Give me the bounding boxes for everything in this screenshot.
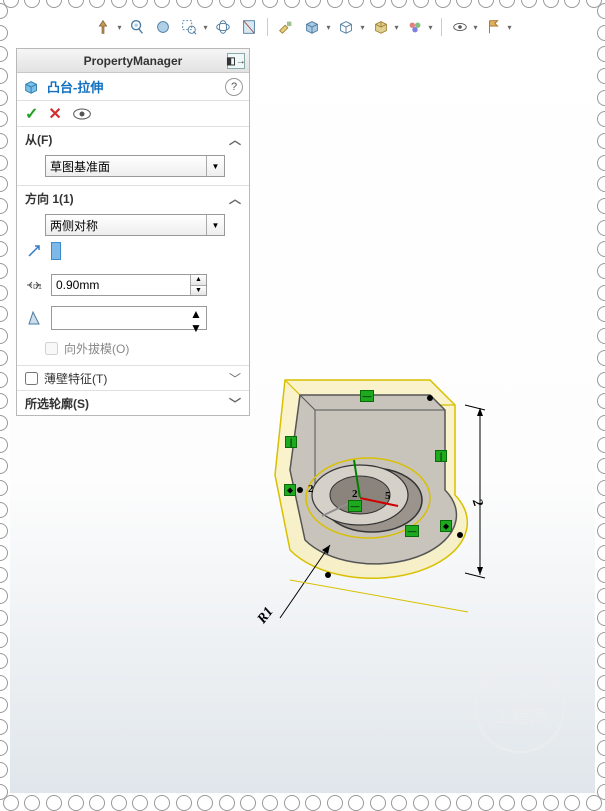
dropdown-arrow-icon[interactable]: ▾: [395, 23, 399, 32]
pin-icon[interactable]: ◧→: [227, 53, 245, 69]
zoom-balloon-icon[interactable]: [127, 17, 147, 37]
section-label: 薄壁特征(T): [44, 370, 107, 387]
dropdown-arrow-icon[interactable]: ▾: [117, 23, 121, 32]
relation-icon[interactable]: —: [348, 500, 362, 512]
spin-up[interactable]: ▲: [190, 275, 206, 286]
reverse-dir-icon[interactable]: [23, 243, 45, 259]
color-icon[interactable]: [405, 17, 425, 37]
rotate-icon[interactable]: [213, 17, 233, 37]
dropdown-arrow-icon[interactable]: ▾: [203, 23, 207, 32]
zoom-area-icon[interactable]: [179, 17, 199, 37]
from-condition-combo[interactable]: 草图基准面 ▼: [45, 155, 225, 177]
dim-2c[interactable]: 2: [352, 488, 358, 500]
scene-icon[interactable]: [371, 17, 391, 37]
section-dir1-header[interactable]: 方向 1(1) ︿: [17, 186, 249, 210]
cancel-button[interactable]: ✕: [48, 104, 61, 124]
flag-icon[interactable]: [484, 17, 504, 37]
dim-5[interactable]: 5: [385, 490, 391, 502]
dropdown-arrow-icon[interactable]: ▾: [360, 23, 364, 32]
relation-icon[interactable]: —: [405, 525, 419, 537]
pm-header: PropertyManager ◧→: [17, 49, 249, 73]
model-viewport[interactable]: 2 R1 2 5 2 | — | ⬥ ⬥ — —: [230, 350, 510, 650]
draft-icon[interactable]: [23, 309, 45, 327]
dropdown-arrow-icon: ▼: [206, 215, 224, 235]
feature-title-row: 凸台-拉伸 ?: [17, 73, 249, 101]
dropdown-arrow-icon[interactable]: ▾: [326, 23, 330, 32]
dropdown-arrow-icon[interactable]: ▾: [508, 23, 512, 32]
section-thin: 薄壁特征(T) ﹀: [17, 366, 249, 391]
section-thin-header[interactable]: 薄壁特征(T) ﹀: [17, 366, 249, 390]
view-toolbar: ▾ ▾ ▾ ▾ ▾ ▾ ▾ ▾: [10, 14, 595, 40]
spin-down[interactable]: ▼: [190, 321, 206, 335]
chevron-up-icon: ︿: [229, 131, 241, 148]
relation-icon[interactable]: —: [360, 390, 374, 402]
section-from-header[interactable]: 从(F) ︿: [17, 127, 249, 151]
combo-value: 草图基准面: [50, 158, 110, 175]
orient-up-icon[interactable]: [93, 17, 113, 37]
thin-feature-checkbox[interactable]: [25, 372, 38, 385]
dim-2a[interactable]: 2: [308, 483, 314, 495]
dropdown-arrow-icon[interactable]: ▾: [429, 23, 433, 32]
relation-icon[interactable]: ⬥: [440, 520, 452, 532]
ok-button[interactable]: ✓: [25, 104, 38, 124]
zoom-fit-icon[interactable]: [153, 17, 173, 37]
spin-down[interactable]: ▼: [190, 286, 206, 296]
section-label: 方向 1(1): [25, 190, 74, 207]
svg-text:D1: D1: [33, 284, 42, 291]
preview-icon[interactable]: [72, 107, 92, 121]
combo-value: 两侧对称: [50, 217, 98, 234]
draft-outward-label: 向外拔模(O): [64, 340, 129, 357]
draft-outward-checkbox: [45, 342, 58, 355]
watermark-small: 小 國: [509, 688, 532, 703]
property-manager-panel: PropertyManager ◧→ 凸台-拉伸 ? ✓ ✕ 从(F) ︿ 草图…: [16, 48, 250, 416]
extrude-boss-icon: [23, 78, 41, 96]
pm-title: PropertyManager: [84, 54, 183, 68]
relation-icon[interactable]: |: [435, 450, 447, 462]
dropdown-arrow-icon: ▼: [206, 156, 224, 176]
depth-input[interactable]: 0.90mm ▲▼: [51, 274, 207, 296]
feature-name: 凸台-拉伸: [47, 77, 219, 96]
section-label: 从(F): [25, 131, 52, 148]
relation-icon[interactable]: |: [285, 436, 297, 448]
display-wire-icon[interactable]: [336, 17, 356, 37]
watermark: 小 國 工程师: [475, 663, 565, 753]
section-contours-header[interactable]: 所选轮廓(S) ﹀: [17, 391, 249, 415]
spin-up[interactable]: ▲: [190, 307, 206, 321]
section-from: 从(F) ︿ 草图基准面 ▼: [17, 127, 249, 186]
display-shaded-icon[interactable]: [302, 17, 322, 37]
draft-angle-input[interactable]: ▲▼: [51, 306, 207, 330]
help-icon[interactable]: ?: [225, 78, 243, 96]
hide-show-icon[interactable]: [450, 17, 470, 37]
end-condition-combo[interactable]: 两侧对称 ▼: [45, 214, 225, 236]
chevron-up-icon: ︿: [229, 190, 241, 207]
depth-value: 0.90mm: [56, 278, 99, 292]
depth-icon: D1: [23, 276, 45, 294]
relation-icon[interactable]: ⬥: [284, 484, 296, 496]
cad-canvas: ▾ ▾ ▾ ▾ ▾ ▾ ▾ ▾ PropertyManager ◧→ 凸台-拉伸…: [10, 10, 595, 793]
pm-actions: ✓ ✕: [17, 101, 249, 127]
section-direction1: 方向 1(1) ︿ 两侧对称 ▼ D1 0.90mm ▲▼: [17, 186, 249, 366]
section-icon[interactable]: [239, 17, 259, 37]
watermark-big: 工程师: [493, 703, 547, 729]
appearance-icon[interactable]: [276, 17, 296, 37]
section-contours: 所选轮廓(S) ﹀: [17, 391, 249, 415]
direction-highlight[interactable]: [51, 242, 61, 260]
section-label: 所选轮廓(S): [25, 395, 89, 412]
dropdown-arrow-icon[interactable]: ▾: [474, 23, 478, 32]
